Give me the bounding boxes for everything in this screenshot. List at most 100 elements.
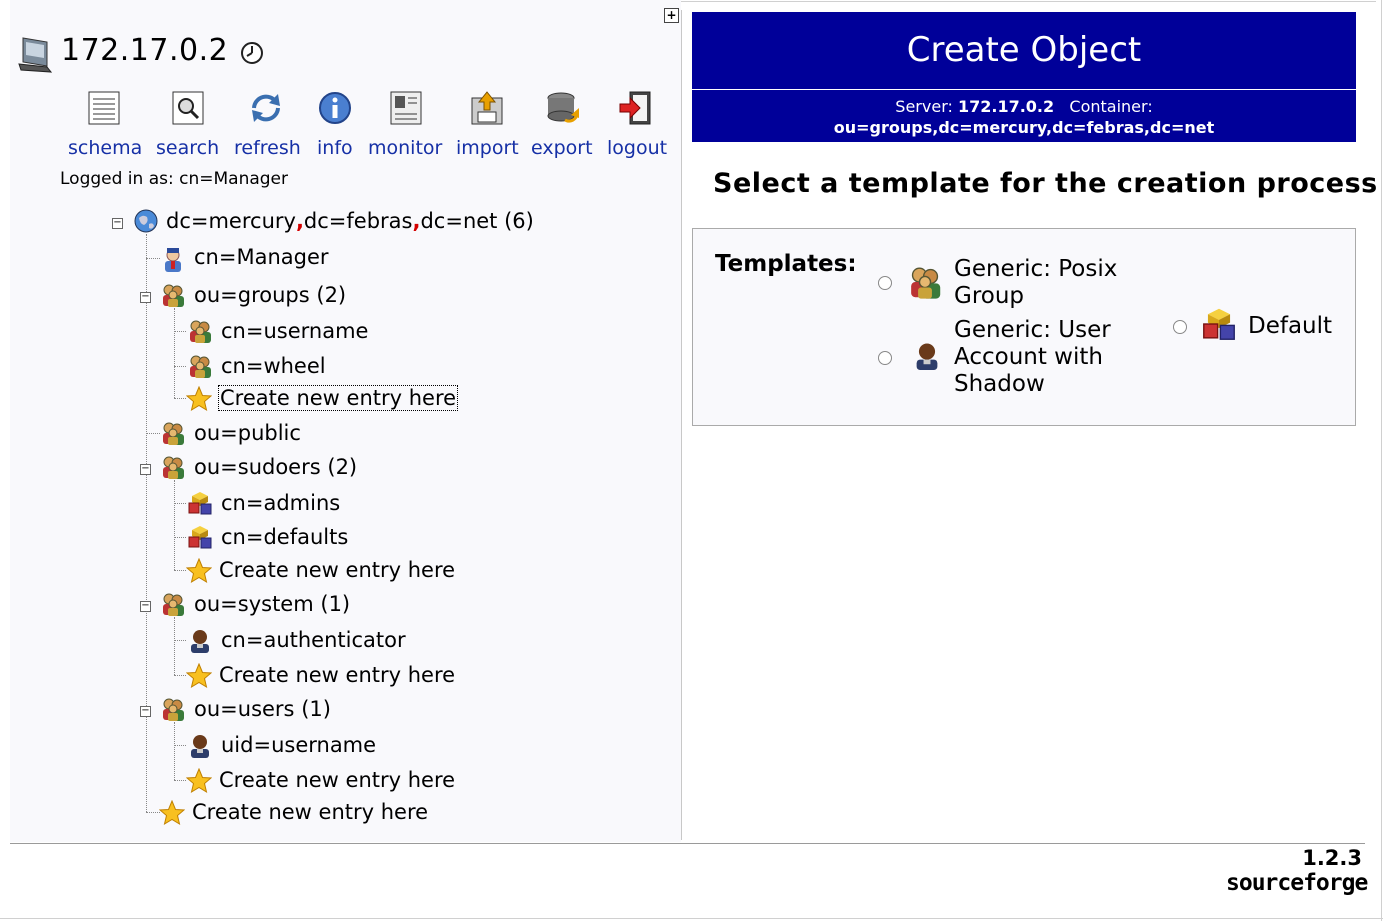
tree-line [174, 617, 175, 675]
collapse-icon[interactable]: − [140, 292, 151, 303]
logout-icon [619, 91, 651, 125]
group-icon [162, 593, 185, 617]
version-label: 1.2.3 [1302, 846, 1362, 870]
create-entry-label[interactable]: Create new entry here [218, 385, 459, 411]
star-icon [186, 386, 212, 411]
tree-line [174, 722, 175, 780]
logged-in-label: Logged in as: cn=Manager [60, 169, 288, 189]
panel-divider [681, 10, 682, 840]
template-heading: Select a template for the creation proce… [713, 168, 1378, 199]
globe-icon [134, 209, 158, 233]
server-label: Server: [895, 97, 953, 116]
tree-entry-admins[interactable]: cn=admins [221, 491, 340, 515]
template-radio-user-account[interactable] [878, 351, 892, 365]
tree-entry-manager[interactable]: cn=Manager [194, 245, 329, 269]
group-icon [162, 698, 185, 722]
tree-panel [10, 0, 681, 842]
schema-label[interactable]: schema [68, 137, 142, 159]
server-icon [18, 37, 53, 73]
expand-icon[interactable]: + [664, 8, 679, 23]
server-container-info: Server: 172.17.0.2 Container: ou=groups,… [692, 96, 1356, 138]
tree-entry-public[interactable]: ou=public [194, 421, 301, 445]
create-entry-link[interactable]: Create new entry here [219, 558, 455, 582]
collapse-icon[interactable]: − [112, 218, 123, 229]
tree-entry-system[interactable]: ou=system (1) [194, 592, 350, 616]
import-label[interactable]: import [456, 137, 519, 159]
tree-line [174, 675, 186, 676]
search-label[interactable]: search [156, 137, 219, 159]
right-border [1381, 0, 1382, 921]
tree-line [146, 258, 160, 259]
refresh-icon [252, 94, 280, 122]
tree-root-entry[interactable]: dc=mercury,dc=febras,dc=net (6) [166, 209, 534, 233]
header-separator [692, 89, 1356, 90]
user-icon [191, 630, 209, 653]
tree-line [174, 308, 175, 398]
refresh-label[interactable]: refresh [234, 137, 301, 159]
entry-count: (1) [301, 697, 331, 721]
tree-line [174, 780, 186, 781]
entry-label: ou=system [194, 592, 314, 616]
blocks-icon [188, 491, 212, 515]
group-icon [189, 320, 212, 344]
logout-label[interactable]: logout [607, 137, 667, 159]
tree-entry-groups[interactable]: ou=groups (2) [194, 283, 346, 307]
container-label: Container: [1069, 97, 1153, 116]
entry-count: (1) [320, 592, 351, 616]
tree-entry-sudoers[interactable]: ou=sudoers (2) [194, 455, 357, 479]
create-entry-link[interactable]: Create new entry here [192, 800, 428, 824]
collapse-icon[interactable]: − [140, 706, 151, 717]
template-label-posix-group[interactable]: Generic: Posix Group [954, 256, 1144, 310]
tree-line [146, 433, 160, 434]
blocks-icon [188, 525, 212, 549]
entry-label: ou=sudoers [194, 455, 321, 479]
tree-line [174, 745, 186, 746]
tree-entry-wheel[interactable]: cn=wheel [221, 354, 326, 378]
group-icon [162, 284, 185, 308]
group-icon [910, 267, 941, 300]
template-radio-posix-group[interactable] [878, 276, 892, 290]
tree-entry-authenticator[interactable]: cn=authenticator [221, 628, 406, 652]
tree-line [146, 234, 147, 812]
template-radio-default[interactable] [1173, 320, 1187, 334]
footer-rule [10, 843, 1365, 844]
tree-entry-defaults[interactable]: cn=defaults [221, 525, 348, 549]
schema-icon [88, 91, 120, 125]
monitor-label[interactable]: monitor [368, 137, 442, 159]
template-label-user-account[interactable]: Generic: User Account with Shadow [954, 317, 1124, 398]
tree-line [174, 503, 186, 504]
tree-line [174, 640, 186, 641]
page-title: Create Object [906, 30, 1142, 70]
group-icon [162, 456, 185, 480]
tree-line [174, 398, 186, 399]
tree-entry-users[interactable]: ou=users (1) [194, 697, 331, 721]
tree-line [174, 366, 186, 367]
tree-entry-username-group[interactable]: cn=username [221, 319, 368, 343]
root-dn-part: dc=net [420, 209, 498, 233]
create-entry-link[interactable]: Create new entry here [219, 768, 455, 792]
blocks-icon [1203, 308, 1235, 340]
star-icon [186, 558, 212, 583]
user-icon [191, 735, 209, 758]
create-entry-link[interactable]: Create new entry here [218, 385, 459, 411]
star-icon [159, 800, 185, 825]
server-name: 172.17.0.2 [61, 33, 229, 68]
info-label[interactable]: info [317, 137, 353, 159]
tree-line [174, 570, 186, 571]
collapse-icon[interactable]: − [140, 601, 151, 612]
template-label-default[interactable]: Default [1248, 313, 1332, 340]
tree-entry-uid-username[interactable]: uid=username [221, 733, 376, 757]
sourceforge-logo[interactable]: sourceforge [1226, 870, 1368, 896]
create-entry-link[interactable]: Create new entry here [219, 663, 455, 687]
entry-label: ou=users [194, 697, 295, 721]
export-label[interactable]: export [531, 137, 593, 159]
collapse-icon[interactable]: − [140, 464, 151, 475]
tree-line [174, 331, 186, 332]
star-icon [186, 768, 212, 793]
monitor-icon [390, 91, 422, 125]
user-icon [916, 343, 938, 370]
group-icon [189, 355, 212, 379]
star-icon [186, 663, 212, 688]
info-icon [319, 92, 351, 124]
container-value: ou=groups,dc=mercury,dc=febras,dc=net [833, 118, 1215, 137]
